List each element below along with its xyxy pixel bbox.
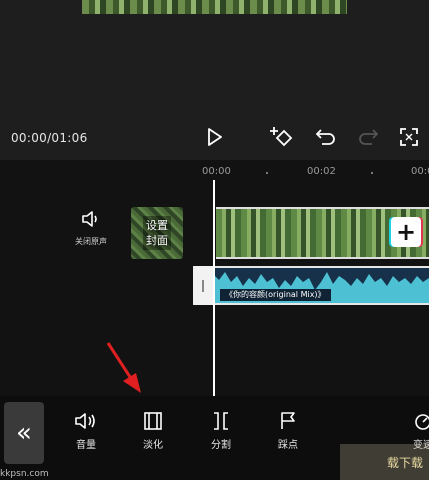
tool-volume[interactable]: 音量 (61, 412, 111, 451)
tool-beat[interactable]: 踩点 (263, 412, 313, 451)
speed-icon (415, 414, 429, 430)
collapse-button[interactable]: « (4, 402, 44, 464)
fade-icon (144, 412, 162, 430)
tool-split[interactable]: 分割 (196, 412, 246, 451)
tool-label: 音量 (76, 440, 96, 451)
tool-label: 踩点 (278, 440, 298, 451)
split-icon (214, 412, 228, 430)
volume-icon (75, 413, 95, 429)
watermark-logo: 载下载 (340, 444, 429, 480)
tool-fade[interactable]: 淡化 (128, 412, 178, 451)
tool-label: 淡化 (143, 440, 163, 451)
flag-icon (281, 412, 295, 429)
site-watermark: kkpsn.com (0, 469, 49, 479)
tool-label: 分割 (211, 440, 231, 451)
